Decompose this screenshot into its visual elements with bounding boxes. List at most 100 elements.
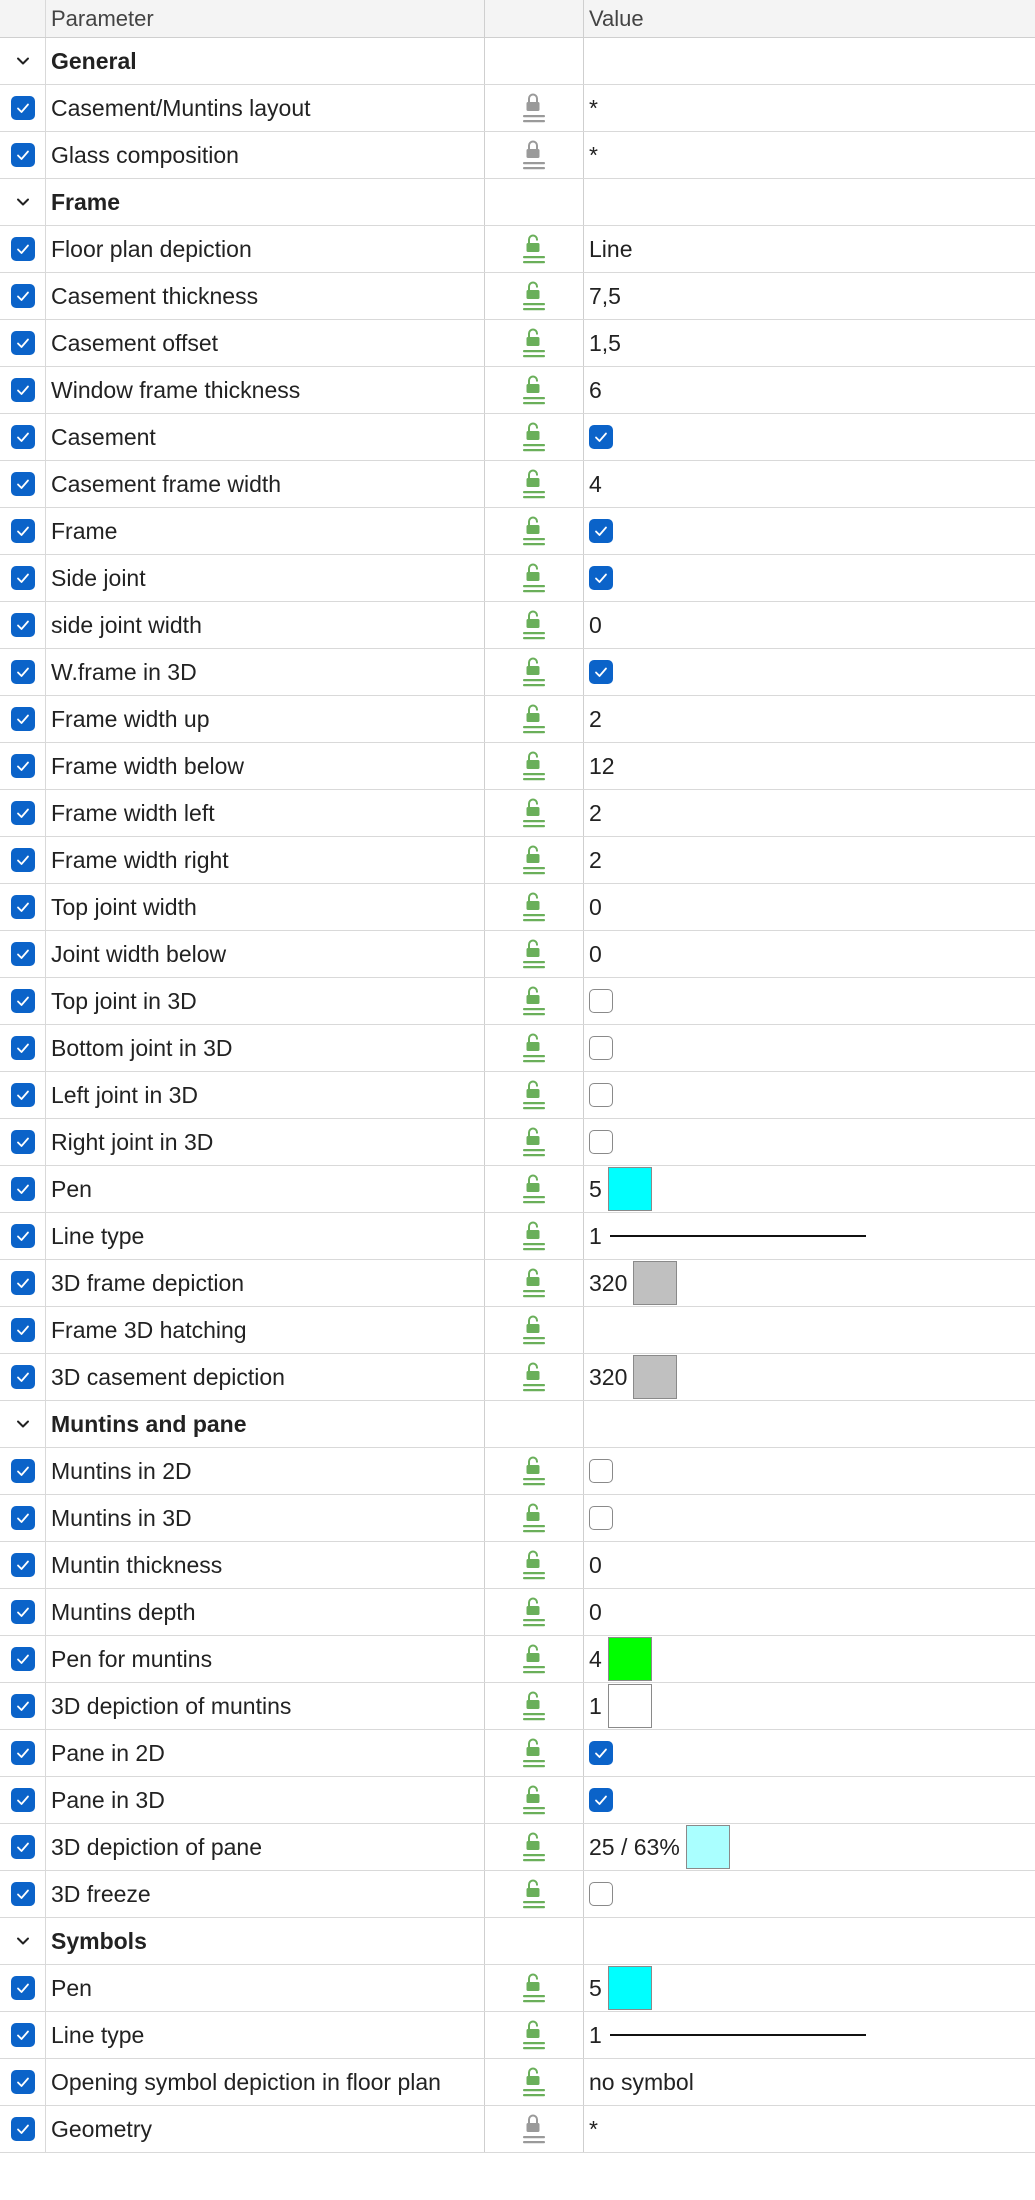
lock-cell[interactable]: [485, 1495, 584, 1541]
value-checkbox[interactable]: [589, 660, 613, 684]
lock-cell[interactable]: [485, 2059, 584, 2105]
value-cell[interactable]: [584, 649, 1035, 695]
value-text[interactable]: 0: [589, 941, 602, 968]
unlock-icon[interactable]: [521, 1219, 547, 1253]
value-text[interactable]: *: [589, 2116, 598, 2143]
row-enable-toggle[interactable]: [0, 2106, 46, 2152]
row-checkbox[interactable]: [10, 1036, 35, 1060]
row-enable-toggle[interactable]: [0, 1166, 46, 1212]
collapse-toggle[interactable]: [0, 1918, 46, 1964]
value-cell[interactable]: 0: [584, 1542, 1035, 1588]
unlock-icon[interactable]: [521, 1548, 547, 1582]
parameter-row-muntin-thickness[interactable]: Muntin thickness 0: [0, 1542, 1035, 1589]
row-checkbox[interactable]: [10, 2117, 35, 2141]
value-cell[interactable]: 4: [584, 461, 1035, 507]
parameter-row-3d-depiction-of-muntins[interactable]: 3D depiction of muntins 1: [0, 1683, 1035, 1730]
value-text[interactable]: 6: [589, 377, 602, 404]
lock-cell[interactable]: [485, 696, 584, 742]
row-enable-toggle[interactable]: [0, 1542, 46, 1588]
unlock-icon[interactable]: [521, 467, 547, 501]
parameter-row-3d-depiction-of-pane[interactable]: 3D depiction of pane 25 / 63%: [0, 1824, 1035, 1871]
color-swatch[interactable]: [607, 1167, 652, 1211]
row-enable-toggle[interactable]: [0, 2012, 46, 2058]
row-checkbox[interactable]: [10, 1365, 35, 1389]
unlock-icon[interactable]: [521, 1501, 547, 1535]
row-enable-toggle[interactable]: [0, 367, 46, 413]
value-checkbox[interactable]: [589, 566, 613, 590]
group-row-frame[interactable]: Frame: [0, 179, 1035, 226]
parameter-row-side-joint[interactable]: Side joint: [0, 555, 1035, 602]
row-enable-toggle[interactable]: [0, 273, 46, 319]
parameter-row-frame-width-below[interactable]: Frame width below 12: [0, 743, 1035, 790]
value-cell[interactable]: 5: [584, 1166, 1035, 1212]
value-cell[interactable]: 2: [584, 837, 1035, 883]
value-cell[interactable]: Line: [584, 226, 1035, 272]
row-enable-toggle[interactable]: [0, 1354, 46, 1400]
lock-cell[interactable]: [485, 1072, 584, 1118]
row-checkbox[interactable]: [10, 1694, 35, 1718]
unlock-icon[interactable]: [521, 1266, 547, 1300]
parameter-row-frame[interactable]: Frame: [0, 508, 1035, 555]
unlock-icon[interactable]: [521, 1971, 547, 2005]
lock-cell[interactable]: [485, 1871, 584, 1917]
row-enable-toggle[interactable]: [0, 1213, 46, 1259]
parameter-row-muntins-in-3d[interactable]: Muntins in 3D: [0, 1495, 1035, 1542]
value-cell[interactable]: 1: [584, 1213, 1035, 1259]
row-enable-toggle[interactable]: [0, 1636, 46, 1682]
value-cell[interactable]: [584, 1777, 1035, 1823]
value-cell[interactable]: 2: [584, 790, 1035, 836]
unlock-icon[interactable]: [521, 1031, 547, 1065]
value-text[interactable]: 0: [589, 612, 602, 639]
parameter-row-casement-offset[interactable]: Casement offset 1,5: [0, 320, 1035, 367]
unlock-icon[interactable]: [521, 1830, 547, 1864]
parameter-row-frame-width-up[interactable]: Frame width up 2: [0, 696, 1035, 743]
value-cell[interactable]: 7,5: [584, 273, 1035, 319]
row-checkbox[interactable]: [10, 1835, 35, 1859]
lock-cell[interactable]: [485, 1965, 584, 2011]
lock-cell[interactable]: [485, 226, 584, 272]
lock-cell[interactable]: [485, 884, 584, 930]
row-enable-toggle[interactable]: [0, 649, 46, 695]
unlock-icon[interactable]: [521, 1360, 547, 1394]
row-checkbox[interactable]: [10, 284, 35, 308]
unlock-icon[interactable]: [521, 1454, 547, 1488]
parameter-row-line-type[interactable]: Line type 1: [0, 1213, 1035, 1260]
unlock-icon[interactable]: [521, 232, 547, 266]
row-enable-toggle[interactable]: [0, 1965, 46, 2011]
row-enable-toggle[interactable]: [0, 1495, 46, 1541]
chevron-down-icon[interactable]: [16, 1417, 30, 1431]
lock-cell[interactable]: [485, 132, 584, 178]
value-cell[interactable]: 6: [584, 367, 1035, 413]
parameter-row-3d-frame-depiction[interactable]: 3D frame depiction 320: [0, 1260, 1035, 1307]
row-enable-toggle[interactable]: [0, 884, 46, 930]
value-text[interactable]: 25 / 63%: [589, 1834, 680, 1861]
row-enable-toggle[interactable]: [0, 743, 46, 789]
unlock-icon[interactable]: [521, 1078, 547, 1112]
value-text[interactable]: 320: [589, 1270, 627, 1297]
value-text[interactable]: 2: [589, 847, 602, 874]
value-text[interactable]: 2: [589, 800, 602, 827]
row-enable-toggle[interactable]: [0, 931, 46, 977]
row-checkbox[interactable]: [10, 942, 35, 966]
row-checkbox[interactable]: [10, 1553, 35, 1577]
row-checkbox[interactable]: [10, 1506, 35, 1530]
parameter-row-muntins-depth[interactable]: Muntins depth 0: [0, 1589, 1035, 1636]
lock-cell[interactable]: [485, 837, 584, 883]
lock-cell[interactable]: [485, 602, 584, 648]
row-enable-toggle[interactable]: [0, 414, 46, 460]
value-text[interactable]: 320: [589, 1364, 627, 1391]
parameter-row-pen[interactable]: Pen 5: [0, 1965, 1035, 2012]
row-checkbox[interactable]: [10, 472, 35, 496]
unlock-icon[interactable]: [521, 1783, 547, 1817]
row-checkbox[interactable]: [10, 1318, 35, 1342]
value-checkbox[interactable]: [589, 425, 613, 449]
row-checkbox[interactable]: [10, 613, 35, 637]
unlock-icon[interactable]: [521, 279, 547, 313]
lock-cell[interactable]: [485, 1636, 584, 1682]
row-enable-toggle[interactable]: [0, 1730, 46, 1776]
value-text[interactable]: 5: [589, 1975, 602, 2002]
row-enable-toggle[interactable]: [0, 1824, 46, 1870]
lock-icon[interactable]: [521, 91, 547, 125]
value-checkbox[interactable]: [589, 1083, 613, 1107]
parameter-row-frame-3d-hatching[interactable]: Frame 3D hatching: [0, 1307, 1035, 1354]
